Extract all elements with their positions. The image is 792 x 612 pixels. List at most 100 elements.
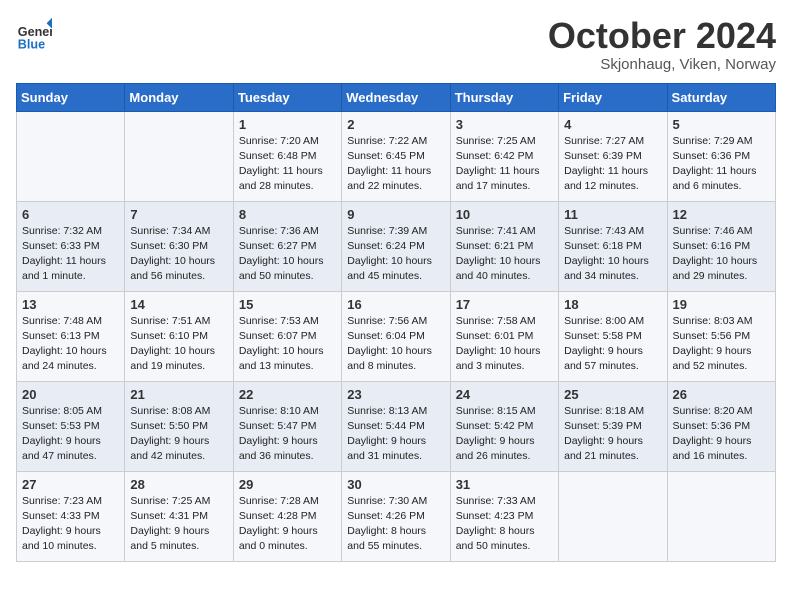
day-cell: 9 Sunrise: 7:39 AM Sunset: 6:24 PM Daylig… xyxy=(342,201,450,291)
day-cell: 13 Sunrise: 7:48 AM Sunset: 6:13 PM Dayli… xyxy=(17,291,125,381)
day-cell: 8Sunrise: 7:36 AM Sunset: 6:27 PM Daylig… xyxy=(233,201,341,291)
col-header-friday: Friday xyxy=(559,83,667,111)
day-cell: 26Sunrise: 8:20 AM Sunset: 5:36 PM Dayli… xyxy=(667,381,775,471)
day-number: 14 xyxy=(130,297,227,312)
day-info: Sunrise: 8:15 AM Sunset: 5:42 PM Dayligh… xyxy=(456,404,553,465)
day-cell: 28 Sunrise: 7:25 AM Sunset: 4:31 PM Dayli… xyxy=(125,471,233,561)
day-cell: 30Sunrise: 7:30 AM Sunset: 4:26 PM Dayli… xyxy=(342,471,450,561)
day-number: 7 xyxy=(130,207,227,222)
day-info: Sunrise: 7:48 AM Sunset: 6:13 PM Dayligh… xyxy=(22,314,119,375)
day-cell: 10 Sunrise: 7:41 AM Sunset: 6:21 PM Dayli… xyxy=(450,201,558,291)
logo-icon: General Blue xyxy=(16,16,52,52)
day-info: Sunrise: 7:25 AM Sunset: 4:31 PM Dayligh… xyxy=(130,494,227,555)
week-row-1: 1Sunrise: 7:20 AM Sunset: 6:48 PM Daylig… xyxy=(17,111,776,201)
day-cell: 27 Sunrise: 7:23 AM Sunset: 4:33 PM Dayli… xyxy=(17,471,125,561)
svg-text:Blue: Blue xyxy=(18,37,45,51)
calendar-header: SundayMondayTuesdayWednesdayThursdayFrid… xyxy=(17,83,776,111)
day-number: 5 xyxy=(673,117,770,132)
week-row-2: 6 Sunrise: 7:32 AM Sunset: 6:33 PM Daylig… xyxy=(17,201,776,291)
page-header: General Blue October 2024 Skjonhaug, Vik… xyxy=(16,16,776,73)
day-info: Sunrise: 7:33 AM Sunset: 4:23 PM Dayligh… xyxy=(456,494,553,555)
day-info: Sunrise: 7:32 AM Sunset: 6:33 PM Dayligh… xyxy=(22,224,119,285)
location-subtitle: Skjonhaug, Viken, Norway xyxy=(548,56,776,73)
day-info: Sunrise: 8:08 AM Sunset: 5:50 PM Dayligh… xyxy=(130,404,227,465)
month-title: October 2024 xyxy=(548,16,776,56)
day-info: Sunrise: 7:41 AM Sunset: 6:21 PM Dayligh… xyxy=(456,224,553,285)
day-info: Sunrise: 7:27 AM Sunset: 6:39 PM Dayligh… xyxy=(564,134,661,195)
day-number: 13 xyxy=(22,297,119,312)
day-cell: 17 Sunrise: 7:58 AM Sunset: 6:01 PM Dayli… xyxy=(450,291,558,381)
day-info: Sunrise: 8:13 AM Sunset: 5:44 PM Dayligh… xyxy=(347,404,444,465)
day-cell: 4 Sunrise: 7:27 AM Sunset: 6:39 PM Daylig… xyxy=(559,111,667,201)
day-cell: 2Sunrise: 7:22 AM Sunset: 6:45 PM Daylig… xyxy=(342,111,450,201)
day-info: Sunrise: 8:05 AM Sunset: 5:53 PM Dayligh… xyxy=(22,404,119,465)
week-row-3: 13 Sunrise: 7:48 AM Sunset: 6:13 PM Dayli… xyxy=(17,291,776,381)
day-number: 15 xyxy=(239,297,336,312)
day-number: 17 xyxy=(456,297,553,312)
day-cell: 21 Sunrise: 8:08 AM Sunset: 5:50 PM Dayli… xyxy=(125,381,233,471)
day-cell: 25 Sunrise: 8:18 AM Sunset: 5:39 PM Dayli… xyxy=(559,381,667,471)
day-number: 23 xyxy=(347,387,444,402)
day-number: 12 xyxy=(673,207,770,222)
day-number: 2 xyxy=(347,117,444,132)
day-cell: 19 Sunrise: 8:03 AM Sunset: 5:56 PM Dayli… xyxy=(667,291,775,381)
day-number: 29 xyxy=(239,477,336,492)
day-cell: 14 Sunrise: 7:51 AM Sunset: 6:10 PM Dayli… xyxy=(125,291,233,381)
day-cell: 6 Sunrise: 7:32 AM Sunset: 6:33 PM Daylig… xyxy=(17,201,125,291)
day-info: Sunrise: 7:46 AM Sunset: 6:16 PM Dayligh… xyxy=(673,224,770,285)
calendar-body: 1Sunrise: 7:20 AM Sunset: 6:48 PM Daylig… xyxy=(17,111,776,561)
day-info: Sunrise: 7:30 AM Sunset: 4:26 PM Dayligh… xyxy=(347,494,444,555)
day-cell xyxy=(667,471,775,561)
day-info: Sunrise: 7:53 AM Sunset: 6:07 PM Dayligh… xyxy=(239,314,336,375)
day-number: 19 xyxy=(673,297,770,312)
day-number: 27 xyxy=(22,477,119,492)
day-number: 8 xyxy=(239,207,336,222)
day-number: 18 xyxy=(564,297,661,312)
col-header-tuesday: Tuesday xyxy=(233,83,341,111)
day-number: 25 xyxy=(564,387,661,402)
calendar-table: SundayMondayTuesdayWednesdayThursdayFrid… xyxy=(16,83,776,562)
logo: General Blue xyxy=(16,16,52,52)
day-number: 6 xyxy=(22,207,119,222)
day-cell: 5Sunrise: 7:29 AM Sunset: 6:36 PM Daylig… xyxy=(667,111,775,201)
day-cell: 31Sunrise: 7:33 AM Sunset: 4:23 PM Dayli… xyxy=(450,471,558,561)
day-number: 3 xyxy=(456,117,553,132)
week-row-4: 20 Sunrise: 8:05 AM Sunset: 5:53 PM Dayli… xyxy=(17,381,776,471)
day-number: 9 xyxy=(347,207,444,222)
day-number: 10 xyxy=(456,207,553,222)
day-cell xyxy=(17,111,125,201)
day-info: Sunrise: 7:51 AM Sunset: 6:10 PM Dayligh… xyxy=(130,314,227,375)
day-info: Sunrise: 7:34 AM Sunset: 6:30 PM Dayligh… xyxy=(130,224,227,285)
day-info: Sunrise: 8:03 AM Sunset: 5:56 PM Dayligh… xyxy=(673,314,770,375)
day-info: Sunrise: 7:28 AM Sunset: 4:28 PM Dayligh… xyxy=(239,494,336,555)
col-header-sunday: Sunday xyxy=(17,83,125,111)
day-info: Sunrise: 7:25 AM Sunset: 6:42 PM Dayligh… xyxy=(456,134,553,195)
day-info: Sunrise: 8:18 AM Sunset: 5:39 PM Dayligh… xyxy=(564,404,661,465)
day-info: Sunrise: 7:20 AM Sunset: 6:48 PM Dayligh… xyxy=(239,134,336,195)
day-number: 20 xyxy=(22,387,119,402)
day-cell: 20 Sunrise: 8:05 AM Sunset: 5:53 PM Dayli… xyxy=(17,381,125,471)
day-number: 4 xyxy=(564,117,661,132)
day-cell: 11Sunrise: 7:43 AM Sunset: 6:18 PM Dayli… xyxy=(559,201,667,291)
day-cell: 24Sunrise: 8:15 AM Sunset: 5:42 PM Dayli… xyxy=(450,381,558,471)
day-cell: 3 Sunrise: 7:25 AM Sunset: 6:42 PM Daylig… xyxy=(450,111,558,201)
day-info: Sunrise: 7:56 AM Sunset: 6:04 PM Dayligh… xyxy=(347,314,444,375)
day-info: Sunrise: 7:58 AM Sunset: 6:01 PM Dayligh… xyxy=(456,314,553,375)
day-cell: 15 Sunrise: 7:53 AM Sunset: 6:07 PM Dayli… xyxy=(233,291,341,381)
day-number: 21 xyxy=(130,387,227,402)
day-info: Sunrise: 7:23 AM Sunset: 4:33 PM Dayligh… xyxy=(22,494,119,555)
day-cell: 16Sunrise: 7:56 AM Sunset: 6:04 PM Dayli… xyxy=(342,291,450,381)
day-cell: 22Sunrise: 8:10 AM Sunset: 5:47 PM Dayli… xyxy=(233,381,341,471)
day-cell: 18Sunrise: 8:00 AM Sunset: 5:58 PM Dayli… xyxy=(559,291,667,381)
day-cell xyxy=(559,471,667,561)
day-info: Sunrise: 7:39 AM Sunset: 6:24 PM Dayligh… xyxy=(347,224,444,285)
day-number: 28 xyxy=(130,477,227,492)
week-row-5: 27 Sunrise: 7:23 AM Sunset: 4:33 PM Dayli… xyxy=(17,471,776,561)
day-number: 22 xyxy=(239,387,336,402)
col-header-thursday: Thursday xyxy=(450,83,558,111)
day-number: 26 xyxy=(673,387,770,402)
title-block: October 2024 Skjonhaug, Viken, Norway xyxy=(548,16,776,73)
day-number: 11 xyxy=(564,207,661,222)
day-cell: 23 Sunrise: 8:13 AM Sunset: 5:44 PM Dayli… xyxy=(342,381,450,471)
day-cell: 1Sunrise: 7:20 AM Sunset: 6:48 PM Daylig… xyxy=(233,111,341,201)
